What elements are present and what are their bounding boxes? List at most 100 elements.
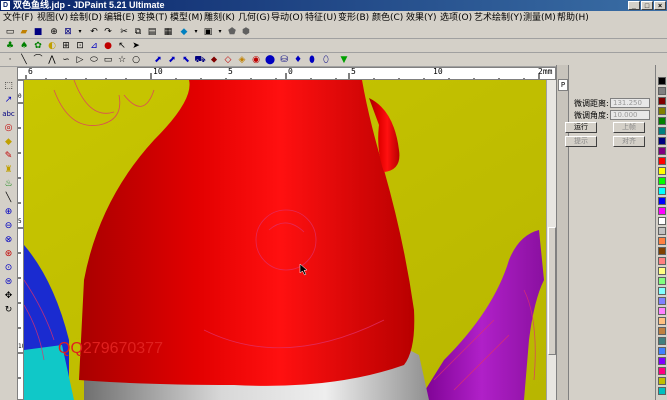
bucket-icon[interactable]: ♜ xyxy=(2,164,15,177)
color-swatch[interactable] xyxy=(658,187,666,195)
sculpt-tool-5-icon[interactable]: ⬥ xyxy=(208,54,220,66)
align-button[interactable]: 对齐 xyxy=(613,136,645,147)
prev-frame-button[interactable]: 上帧 xyxy=(613,122,645,133)
color-swatch[interactable] xyxy=(658,137,666,145)
dropdown-arrow-icon[interactable]: ▾ xyxy=(74,26,86,38)
zoom-out-icon[interactable]: ⊖ xyxy=(2,220,15,233)
color-swatch[interactable] xyxy=(658,317,666,325)
color-swatch[interactable] xyxy=(658,167,666,175)
sculpt-tool-1-icon[interactable]: ⬈ xyxy=(152,54,164,66)
fill-tool-icon[interactable]: ◆ xyxy=(2,136,15,149)
run-button[interactable]: 运行 xyxy=(565,122,597,133)
panel-tab[interactable]: P xyxy=(558,79,568,91)
menu-effect[interactable]: 效果(Y) xyxy=(406,11,437,25)
app-icon[interactable]: D xyxy=(1,1,10,10)
render-icon[interactable]: ◆ xyxy=(178,26,190,38)
zoom-window-icon[interactable]: ⊗ xyxy=(2,234,15,247)
pan-icon[interactable]: ✥ xyxy=(2,290,15,303)
copy-icon[interactable]: ⧉ xyxy=(132,26,144,38)
hint-button[interactable]: 提示 xyxy=(565,136,597,147)
color-swatch[interactable] xyxy=(658,77,666,85)
color-swatch[interactable] xyxy=(658,97,666,105)
render-dropdown-icon[interactable]: ▾ xyxy=(190,26,202,38)
point-icon[interactable]: · xyxy=(4,54,16,66)
zoom-fit-icon[interactable]: ⊛ xyxy=(2,248,15,261)
menu-geometry[interactable]: 几何(G) xyxy=(238,11,270,25)
layer-icon[interactable]: ▦ xyxy=(162,26,174,38)
sculpt-tool-10-icon[interactable]: ⛁ xyxy=(278,54,290,66)
eyedropper-icon[interactable]: ✎ xyxy=(2,150,15,163)
color-swatch[interactable] xyxy=(658,267,666,275)
pointer-icon[interactable]: ➤ xyxy=(130,40,142,52)
menu-color[interactable]: 颜色(C) xyxy=(372,11,403,25)
color-swatch[interactable] xyxy=(658,257,666,265)
color-swatch[interactable] xyxy=(658,207,666,215)
color-swatch[interactable] xyxy=(658,237,666,245)
sculpt-tool-9-icon[interactable]: ⬤ xyxy=(264,54,276,66)
color-swatch[interactable] xyxy=(658,387,666,395)
view-cube-icon[interactable]: ▣ xyxy=(202,26,214,38)
snap-icon[interactable]: ⊡ xyxy=(74,40,86,52)
menu-file[interactable]: 文件(F) xyxy=(3,11,33,25)
color-swatch[interactable] xyxy=(658,357,666,365)
arc-icon[interactable]: ⌒ xyxy=(32,54,44,66)
funnel-icon[interactable]: ▼ xyxy=(338,54,350,66)
zoom-icon[interactable]: ⊕ xyxy=(48,26,60,38)
color-swatch[interactable] xyxy=(658,367,666,375)
color-swatch[interactable] xyxy=(658,377,666,385)
circle-icon[interactable]: ○ xyxy=(130,54,142,66)
menu-options[interactable]: 选项(O) xyxy=(440,11,472,25)
plant-icon[interactable]: ✿ xyxy=(32,40,44,52)
text-tool-icon[interactable]: abc xyxy=(2,108,15,121)
color-swatch[interactable] xyxy=(658,287,666,295)
color-swatch[interactable] xyxy=(658,337,666,345)
color-swatch[interactable] xyxy=(658,327,666,335)
new-file-icon[interactable]: ▭ xyxy=(4,26,16,38)
line-tool-icon[interactable]: ╲ xyxy=(2,192,15,205)
lock-icon[interactable]: ● xyxy=(102,40,114,52)
color-swatch[interactable] xyxy=(658,217,666,225)
sculpt-tool-6-icon[interactable]: ◇ xyxy=(222,54,234,66)
transform-tool-icon[interactable]: ◎ xyxy=(2,122,15,135)
color-swatch[interactable] xyxy=(658,247,666,255)
rotate-view-icon[interactable]: ↻ xyxy=(2,304,15,317)
menu-edit[interactable]: 编辑(E) xyxy=(104,11,135,25)
color-swatch[interactable] xyxy=(658,157,666,165)
line-icon[interactable]: ╲ xyxy=(18,54,30,66)
nudge-distance-input[interactable]: 131.250 xyxy=(610,98,650,108)
sculpt-tool-13-icon[interactable]: ⬯ xyxy=(320,54,332,66)
zoom-in-icon[interactable]: ⊕ xyxy=(2,206,15,219)
select-box-icon[interactable]: ⊠ xyxy=(62,26,74,38)
curve-icon[interactable]: ∽ xyxy=(60,54,72,66)
save-icon[interactable]: ■ xyxy=(32,26,44,38)
drawing-canvas[interactable]: QQ279670377 xyxy=(24,80,546,400)
polyline-icon[interactable]: ⋀ xyxy=(46,54,58,66)
color-swatch[interactable] xyxy=(658,277,666,285)
sculpt-tool-7-icon[interactable]: ◈ xyxy=(236,54,248,66)
view-dropdown-icon[interactable]: ▾ xyxy=(214,26,226,38)
leaf-icon[interactable]: ♠ xyxy=(18,40,30,52)
menu-transform[interactable]: 变换(T) xyxy=(137,11,168,25)
grid-icon[interactable]: ⊞ xyxy=(60,40,72,52)
shield-icon[interactable]: ⬟ xyxy=(226,26,238,38)
menu-art-draw[interactable]: 艺术绘制(Y) xyxy=(474,11,523,25)
color-swatch[interactable] xyxy=(658,307,666,315)
shade-icon[interactable]: ⬢ xyxy=(240,26,252,38)
lamp-icon[interactable]: ◐ xyxy=(46,40,58,52)
rectangle-icon[interactable]: ▭ xyxy=(102,54,114,66)
cut-icon[interactable]: ✂ xyxy=(118,26,130,38)
paste-icon[interactable]: ▤ xyxy=(146,26,158,38)
select-tool-icon[interactable]: ⬚ xyxy=(2,80,15,93)
sculpt-tool-3-icon[interactable]: ⬉ xyxy=(180,54,192,66)
zoom-all-icon[interactable]: ⊙ xyxy=(2,262,15,275)
color-swatch[interactable] xyxy=(658,177,666,185)
color-swatch[interactable] xyxy=(658,107,666,115)
sculpt-tool-8-icon[interactable]: ◉ xyxy=(250,54,262,66)
menu-view[interactable]: 视图(V) xyxy=(37,11,68,25)
color-swatch[interactable] xyxy=(658,127,666,135)
color-swatch[interactable] xyxy=(658,197,666,205)
sculpt-tool-12-icon[interactable]: ⬮ xyxy=(306,54,318,66)
sculpt-tool-4-icon[interactable]: ⛟ xyxy=(194,54,206,66)
cursor-icon[interactable]: ↖ xyxy=(116,40,128,52)
menu-measure[interactable]: 测量(M) xyxy=(523,11,556,25)
